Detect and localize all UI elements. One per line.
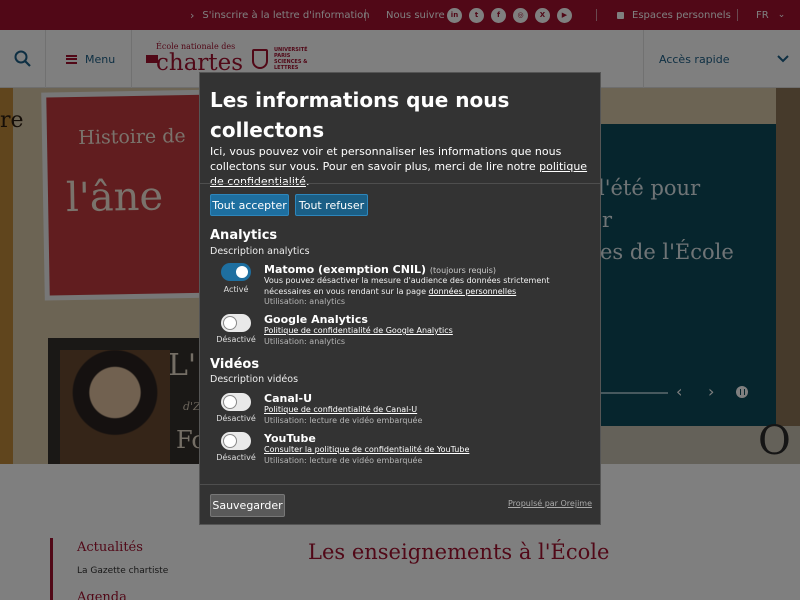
youtube-name: YouTube bbox=[264, 432, 316, 445]
matomo-usage: Utilisation: analytics bbox=[264, 297, 346, 306]
google-analytics-toggle[interactable] bbox=[221, 314, 251, 332]
canal-u-service: Canal-U Politique de confidentialité de … bbox=[264, 392, 594, 426]
intro-end: . bbox=[305, 175, 310, 188]
youtube-toggle[interactable] bbox=[221, 432, 251, 450]
canal-u-toggle[interactable] bbox=[221, 393, 251, 411]
google-analytics-state: Désactivé bbox=[216, 335, 256, 344]
analytics-section-desc: Description analytics bbox=[210, 246, 310, 257]
refuse-all-button[interactable]: Tout refuser bbox=[295, 194, 368, 216]
save-button[interactable]: Sauvegarder bbox=[210, 494, 285, 517]
canal-u-name: Canal-U bbox=[264, 392, 313, 405]
modal-title: Les informations que nous collectons bbox=[210, 88, 510, 142]
divider bbox=[200, 484, 600, 485]
youtube-policy-link[interactable]: Consulter la politique de confidentialit… bbox=[264, 445, 594, 456]
toggle-knob bbox=[235, 265, 249, 279]
google-analytics-name: Google Analytics bbox=[264, 313, 368, 326]
canal-u-policy-link[interactable]: Politique de confidentialité de Canal-U bbox=[264, 405, 594, 416]
canal-u-state: Désactivé bbox=[216, 414, 256, 423]
toggle-knob bbox=[223, 316, 237, 330]
toggle-knob bbox=[223, 395, 237, 409]
youtube-usage: Utilisation: lecture de vidéo embarquée bbox=[264, 455, 423, 465]
personal-data-link[interactable]: données personnelles bbox=[429, 287, 517, 296]
matomo-service: Matomo (exemption CNIL) (toujours requis… bbox=[264, 263, 594, 308]
powered-by-link[interactable]: Propulsé par Orejime bbox=[508, 499, 592, 508]
intro-text: Ici, vous pouvez voir et personnaliser l… bbox=[210, 145, 562, 173]
youtube-service: YouTube Consulter la politique de confid… bbox=[264, 432, 594, 466]
google-analytics-policy-link[interactable]: Politique de confidentialité de Google A… bbox=[264, 326, 594, 337]
google-analytics-usage: Utilisation: analytics bbox=[264, 336, 346, 346]
matomo-name: Matomo (exemption CNIL) (toujours requis… bbox=[264, 263, 594, 276]
matomo-state: Activé bbox=[223, 285, 249, 294]
analytics-section-title: Analytics bbox=[210, 228, 278, 243]
videos-section-desc: Description vidéos bbox=[210, 374, 299, 385]
youtube-state: Désactivé bbox=[216, 453, 256, 462]
matomo-title: Matomo (exemption CNIL) bbox=[264, 263, 427, 276]
matomo-toggle[interactable] bbox=[221, 263, 251, 281]
accept-all-button[interactable]: Tout accepter bbox=[210, 194, 289, 216]
videos-section-title: Vidéos bbox=[210, 357, 260, 372]
canal-u-usage: Utilisation: lecture de vidéo embarquée bbox=[264, 415, 423, 425]
google-analytics-service: Google Analytics Politique de confidenti… bbox=[264, 313, 594, 347]
divider bbox=[200, 183, 600, 184]
matomo-required: (toujours requis) bbox=[429, 266, 497, 275]
consent-modal: Les informations que nous collectons Ici… bbox=[199, 72, 601, 525]
toggle-knob bbox=[223, 434, 237, 448]
matomo-description: Vous pouvez désactiver la mesure d'audie… bbox=[264, 276, 594, 297]
